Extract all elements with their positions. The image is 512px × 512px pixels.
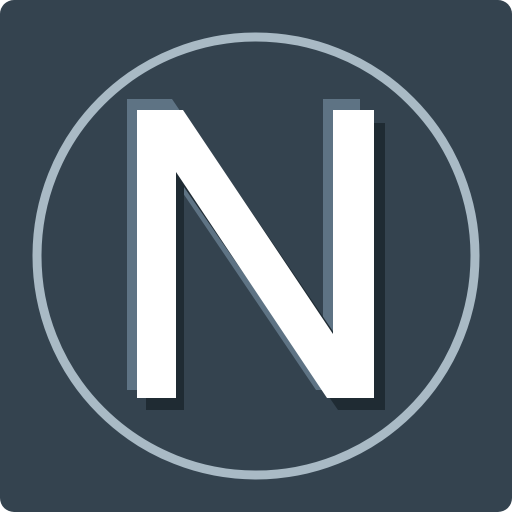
- logo-tile: [0, 0, 512, 512]
- n-logo-icon: [0, 0, 512, 512]
